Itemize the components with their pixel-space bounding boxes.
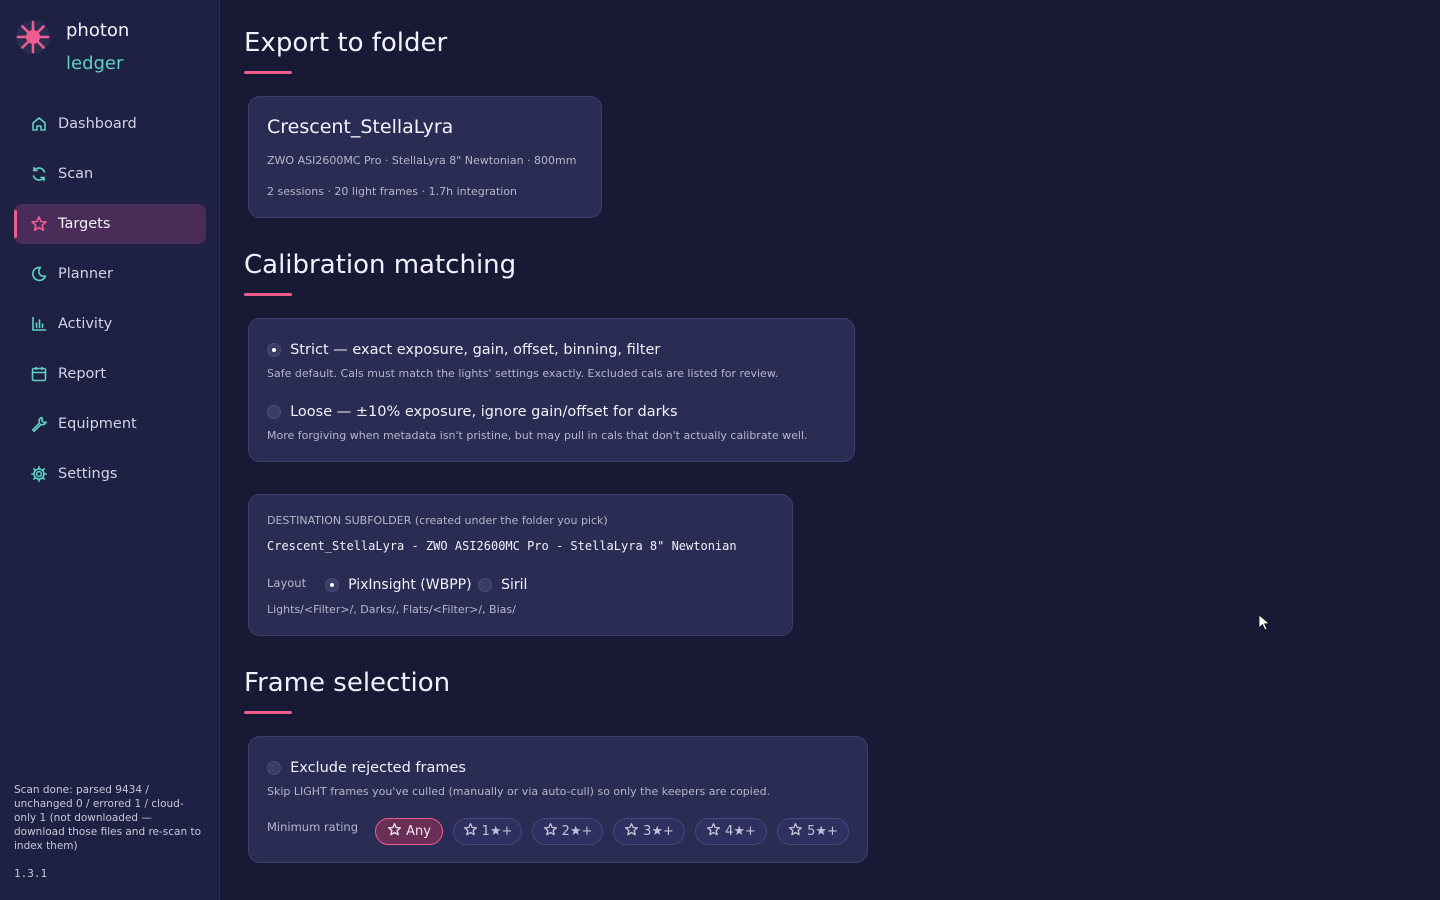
moon-icon	[30, 265, 48, 283]
strict-radio[interactable]	[267, 342, 281, 357]
strict-option[interactable]: Strict — exact exposure, gain, offset, b…	[267, 339, 660, 358]
star-icon	[543, 822, 558, 841]
refresh-icon	[30, 165, 48, 183]
section-title-export: Export to folder	[244, 28, 448, 58]
section-underline	[244, 71, 292, 74]
sidebar-item-settings[interactable]: Settings	[14, 454, 206, 494]
bar-chart-icon	[30, 315, 48, 333]
exclude-rejected-checkbox[interactable]	[267, 760, 281, 775]
wrench-icon	[30, 415, 48, 433]
section-title-frames: Frame selection	[244, 668, 451, 698]
section-underline	[244, 711, 292, 714]
sidebar-item-label: Activity	[58, 316, 113, 332]
pixinsight-radio[interactable]	[325, 577, 339, 592]
calendar-icon	[30, 365, 48, 383]
rating-chip-label: 3★+	[643, 824, 674, 839]
loose-description: More forgiving when metadata isn't prist…	[267, 429, 808, 442]
brand-name: photon	[66, 20, 130, 41]
exclude-rejected-option[interactable]: Exclude rejected frames	[267, 757, 466, 776]
sidebar-item-label: Planner	[58, 266, 113, 282]
section-title-calibration: Calibration matching	[244, 250, 517, 280]
pixinsight-label: PixInsight (WBPP)	[348, 576, 472, 593]
rating-chip-label: 1★+	[481, 824, 513, 839]
min-rating-label: Minimum rating	[267, 820, 359, 834]
siril-radio[interactable]	[478, 577, 492, 592]
target-summary: 2 sessions · 20 light frames · 1.7h inte…	[267, 185, 518, 198]
exclude-rejected-label: Exclude rejected frames	[290, 759, 466, 776]
rating-chip-4[interactable]: 4★+	[695, 818, 767, 845]
sidebar-item-planner[interactable]: Planner	[14, 254, 206, 294]
sidebar-item-targets[interactable]: Targets	[14, 204, 206, 244]
target-name: Crescent_StellaLyra	[267, 116, 454, 138]
section-underline	[244, 293, 292, 296]
sidebar-item-label: Targets	[58, 216, 111, 232]
sidebar-item-label: Scan	[58, 166, 94, 182]
layout-label: Layout	[267, 576, 307, 590]
gear-icon	[30, 465, 48, 483]
sidebar-item-scan[interactable]: Scan	[14, 154, 206, 194]
destination-label: DESTINATION SUBFOLDER (created under the…	[267, 514, 608, 527]
rating-chip-3[interactable]: 3★+	[613, 818, 685, 845]
star-icon	[624, 822, 639, 841]
rating-chip-2[interactable]: 2★+	[532, 818, 603, 845]
strict-description: Safe default. Cals must match the lights…	[267, 367, 779, 380]
sidebar-item-label: Settings	[58, 466, 118, 482]
sidebar-item-dashboard[interactable]: Dashboard	[14, 104, 206, 144]
sidebar-item-equipment[interactable]: Equipment	[14, 404, 206, 444]
rating-chip-any[interactable]: Any	[375, 818, 443, 845]
star-icon	[30, 215, 48, 233]
star-icon	[788, 822, 803, 841]
sidebar-item-label: Report	[58, 366, 107, 382]
strict-label: Strict — exact exposure, gain, offset, b…	[290, 341, 661, 358]
calibration-card: Strict — exact exposure, gain, offset, b…	[248, 318, 855, 462]
brand[interactable]: photon ledger	[14, 18, 129, 74]
sidebar-item-label: Equipment	[58, 416, 137, 432]
frame-selection-card: Exclude rejected frames Skip LIGHT frame…	[248, 736, 868, 863]
exclude-rejected-description: Skip LIGHT frames you've culled (manuall…	[267, 785, 771, 798]
photon-logo-icon	[14, 18, 52, 56]
rating-chip-label: 4★+	[725, 824, 756, 839]
destination-card: DESTINATION SUBFOLDER (created under the…	[248, 494, 793, 636]
scan-status-text: Scan done: parsed 9434 / unchanged 0 / e…	[14, 784, 202, 852]
rating-chip-1[interactable]: 1★+	[453, 818, 522, 845]
rating-chip-label: 5★+	[807, 824, 838, 839]
sidebar-item-report[interactable]: Report	[14, 354, 206, 394]
sidebar: photon ledger Dashboard Scan Targets Pla…	[0, 0, 220, 900]
rating-chip-label: 2★+	[561, 824, 593, 839]
siril-label: Siril	[501, 576, 528, 593]
layout-option-pixinsight[interactable]: PixInsight (WBPP)	[325, 574, 472, 593]
rating-chip-5[interactable]: 5★+	[777, 818, 849, 845]
app-version: 1.3.1	[14, 867, 48, 880]
target-equipment: ZWO ASI2600MC Pro · StellaLyra 8" Newton…	[267, 154, 577, 167]
destination-path[interactable]: Crescent_StellaLyra - ZWO ASI2600MC Pro …	[267, 539, 737, 553]
loose-radio[interactable]	[267, 404, 281, 419]
loose-label: Loose — ±10% exposure, ignore gain/offse…	[290, 403, 678, 420]
mouse-cursor-icon	[1258, 614, 1274, 636]
layout-description: Lights/<Filter>/, Darks/, Flats/<Filter>…	[267, 603, 516, 616]
home-icon	[30, 115, 48, 133]
rating-chip-label: Any	[406, 824, 431, 839]
target-summary-card: Crescent_StellaLyra ZWO ASI2600MC Pro · …	[248, 96, 602, 218]
loose-option[interactable]: Loose — ±10% exposure, ignore gain/offse…	[267, 401, 678, 420]
star-icon	[463, 822, 478, 841]
sidebar-nav: Dashboard Scan Targets Planner Activity	[14, 104, 206, 504]
brand-subname: ledger	[66, 53, 124, 74]
layout-option-siril[interactable]: Siril	[478, 574, 527, 593]
sidebar-item-label: Dashboard	[58, 116, 137, 132]
star-icon	[387, 822, 402, 841]
sidebar-item-activity[interactable]: Activity	[14, 304, 206, 344]
star-icon	[706, 822, 721, 841]
